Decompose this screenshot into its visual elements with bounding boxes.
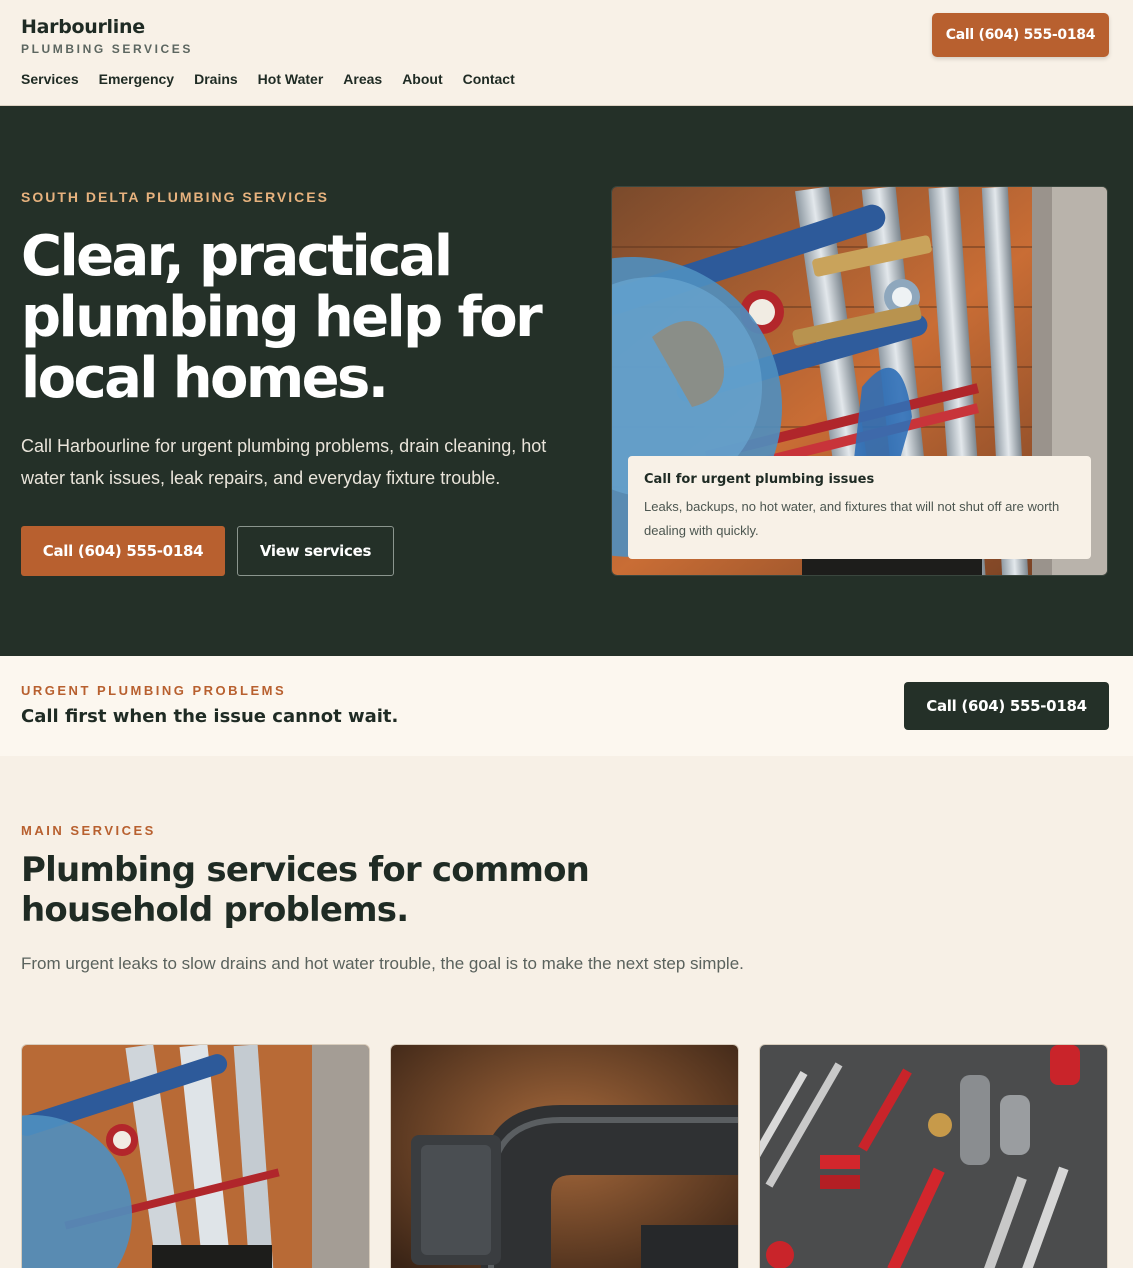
hero-title: Clear, practical plumbing help for local… [21,224,543,411]
urgent-band: URGENT PLUMBING PROBLEMS Call first when… [0,656,1133,756]
urgent-call-button[interactable]: Call (604) 555-0184 [904,682,1109,730]
hero-call-button[interactable]: Call (604) 555-0184 [21,526,225,576]
brand-tagline: PLUMBING SERVICES [21,42,193,56]
services-description: From urgent leaks to slow drains and hot… [21,954,744,973]
hero-eyebrow: SOUTH DELTA PLUMBING SERVICES [21,189,329,205]
services-section: MAIN SERVICES Plumbing services for comm… [0,756,1133,1268]
hero-description: Call Harbourline for urgent plumbing pro… [21,436,547,488]
tools-image [760,1045,1107,1268]
urgent-info-card: Call for urgent plumbing issues Leaks, b… [628,456,1091,559]
services-title: Plumbing services for common household p… [21,850,590,930]
nav-drains[interactable]: Drains [194,71,238,87]
nav-about[interactable]: About [402,71,442,87]
nav-emergency[interactable]: Emergency [99,71,174,87]
urgent-title: Call first when the issue cannot wait. [21,706,399,727]
nav-contact[interactable]: Contact [463,71,515,87]
services-eyebrow: MAIN SERVICES [21,823,156,838]
nav-services[interactable]: Services [21,71,79,87]
header-call-button[interactable]: Call (604) 555-0184 [932,13,1109,57]
urgent-card-title: Call for urgent plumbing issues [644,472,875,487]
service-card-tools[interactable] [759,1044,1108,1268]
urgent-card-text: Leaks, backups, no hot water, and fixtur… [644,499,1060,538]
view-services-button[interactable]: View services [237,526,394,576]
nav-hot-water[interactable]: Hot Water [258,71,324,87]
service-card-leaks[interactable] [21,1044,370,1268]
site-header: Harbourline PLUMBING SERVICES Services E… [0,0,1133,106]
main-nav: Services Emergency Drains Hot Water Area… [21,71,515,87]
urgent-eyebrow: URGENT PLUMBING PROBLEMS [21,683,287,698]
pipes-image [22,1045,369,1268]
brand-name[interactable]: Harbourline [21,16,145,38]
pipe-fitting-image [391,1045,738,1268]
hero-section: SOUTH DELTA PLUMBING SERVICES Clear, pra… [0,106,1133,656]
service-card-drains[interactable] [390,1044,739,1268]
nav-areas[interactable]: Areas [343,71,382,87]
